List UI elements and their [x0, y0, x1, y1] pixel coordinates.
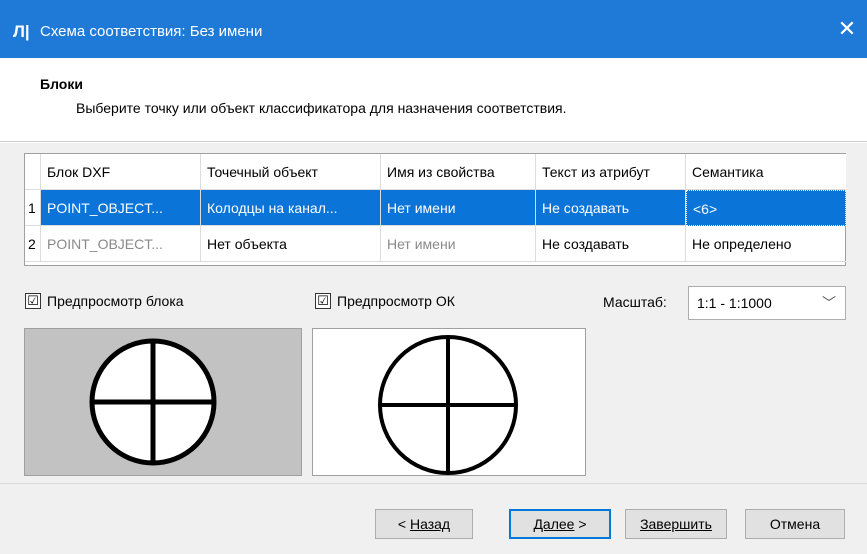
next-label: Далее: [533, 516, 575, 532]
cell-semantics[interactable]: Не определено: [686, 226, 846, 262]
page-title: Блоки: [40, 76, 83, 92]
row-number: 1: [25, 190, 41, 226]
cell-name-from-property[interactable]: Нет имени: [381, 190, 536, 226]
scale-dropdown[interactable]: 1:1 - 1:1000 ﹀: [688, 286, 846, 320]
column-header-name-from-property[interactable]: Имя из свойства: [381, 154, 536, 190]
column-header-semantics[interactable]: Семантика: [686, 154, 846, 190]
table-header-row: Блок DXF Точечный объект Имя из свойства…: [25, 154, 846, 190]
scale-label: Масштаб:: [603, 294, 667, 310]
back-button[interactable]: < Назад: [375, 509, 473, 539]
table-row[interactable]: 1 POINT_OBJECT... Колодцы на канал... Не…: [25, 190, 846, 226]
well-symbol-icon: [378, 335, 518, 475]
back-label: Назад: [409, 516, 451, 532]
wizard-header: Блоки Выберите точку или объект классифи…: [0, 58, 867, 142]
cell-point-object[interactable]: Колодцы на канал...: [201, 190, 381, 226]
checkbox-checked-icon[interactable]: ☑: [315, 293, 331, 309]
next-suffix: >: [574, 516, 587, 532]
preview-ok-label: Предпросмотр ОК: [337, 293, 455, 309]
app-icon: Л|: [13, 22, 30, 41]
checkbox-checked-icon[interactable]: ☑: [25, 293, 41, 309]
window-title: Схема соответствия: Без имени: [40, 23, 263, 40]
mapping-table[interactable]: Блок DXF Точечный объект Имя из свойства…: [24, 153, 846, 266]
page-subtitle: Выберите точку или объект классификатора…: [76, 100, 567, 116]
cell-text-from-attribute[interactable]: Не создавать: [536, 190, 686, 226]
column-header-dxf-block[interactable]: Блок DXF: [41, 154, 201, 190]
cell-text-from-attribute[interactable]: Не создавать: [536, 226, 686, 262]
column-header-point-object[interactable]: Точечный объект: [201, 154, 381, 190]
column-header-text-from-attribute[interactable]: Текст из атрибут: [536, 154, 686, 190]
title-bar: Л| Схема соответствия: Без имени ✕: [0, 0, 867, 58]
header-rownum-cell: [25, 154, 41, 190]
cell-point-object[interactable]: Нет объекта: [201, 226, 381, 262]
preview-block-checkbox[interactable]: ☑ Предпросмотр блока: [25, 291, 184, 311]
cell-dxf-block[interactable]: POINT_OBJECT...: [41, 226, 201, 262]
preview-ok-checkbox[interactable]: ☑ Предпросмотр ОК: [315, 291, 455, 311]
classifier-object-preview: [312, 328, 586, 476]
scale-value: 1:1 - 1:1000: [697, 295, 772, 311]
cell-name-from-property[interactable]: Нет имени: [381, 226, 536, 262]
cell-dxf-block[interactable]: POINT_OBJECT...: [41, 190, 201, 226]
row-number: 2: [25, 226, 41, 262]
chevron-down-icon[interactable]: ﹀: [822, 287, 836, 319]
finish-label: Завершить: [640, 516, 712, 532]
preview-block-label: Предпросмотр блока: [47, 293, 184, 309]
cancel-label: Отмена: [769, 516, 821, 532]
finish-button[interactable]: Завершить: [625, 509, 727, 539]
next-button[interactable]: Далее >: [509, 509, 611, 539]
block-preview: [24, 328, 302, 476]
back-prefix: <: [397, 516, 410, 532]
well-symbol-icon: [89, 338, 217, 466]
close-icon[interactable]: ✕: [833, 14, 861, 44]
cancel-button[interactable]: Отмена: [745, 509, 845, 539]
cell-semantics[interactable]: <6>: [686, 190, 846, 226]
table-row[interactable]: 2 POINT_OBJECT... Нет объекта Нет имени …: [25, 226, 846, 262]
